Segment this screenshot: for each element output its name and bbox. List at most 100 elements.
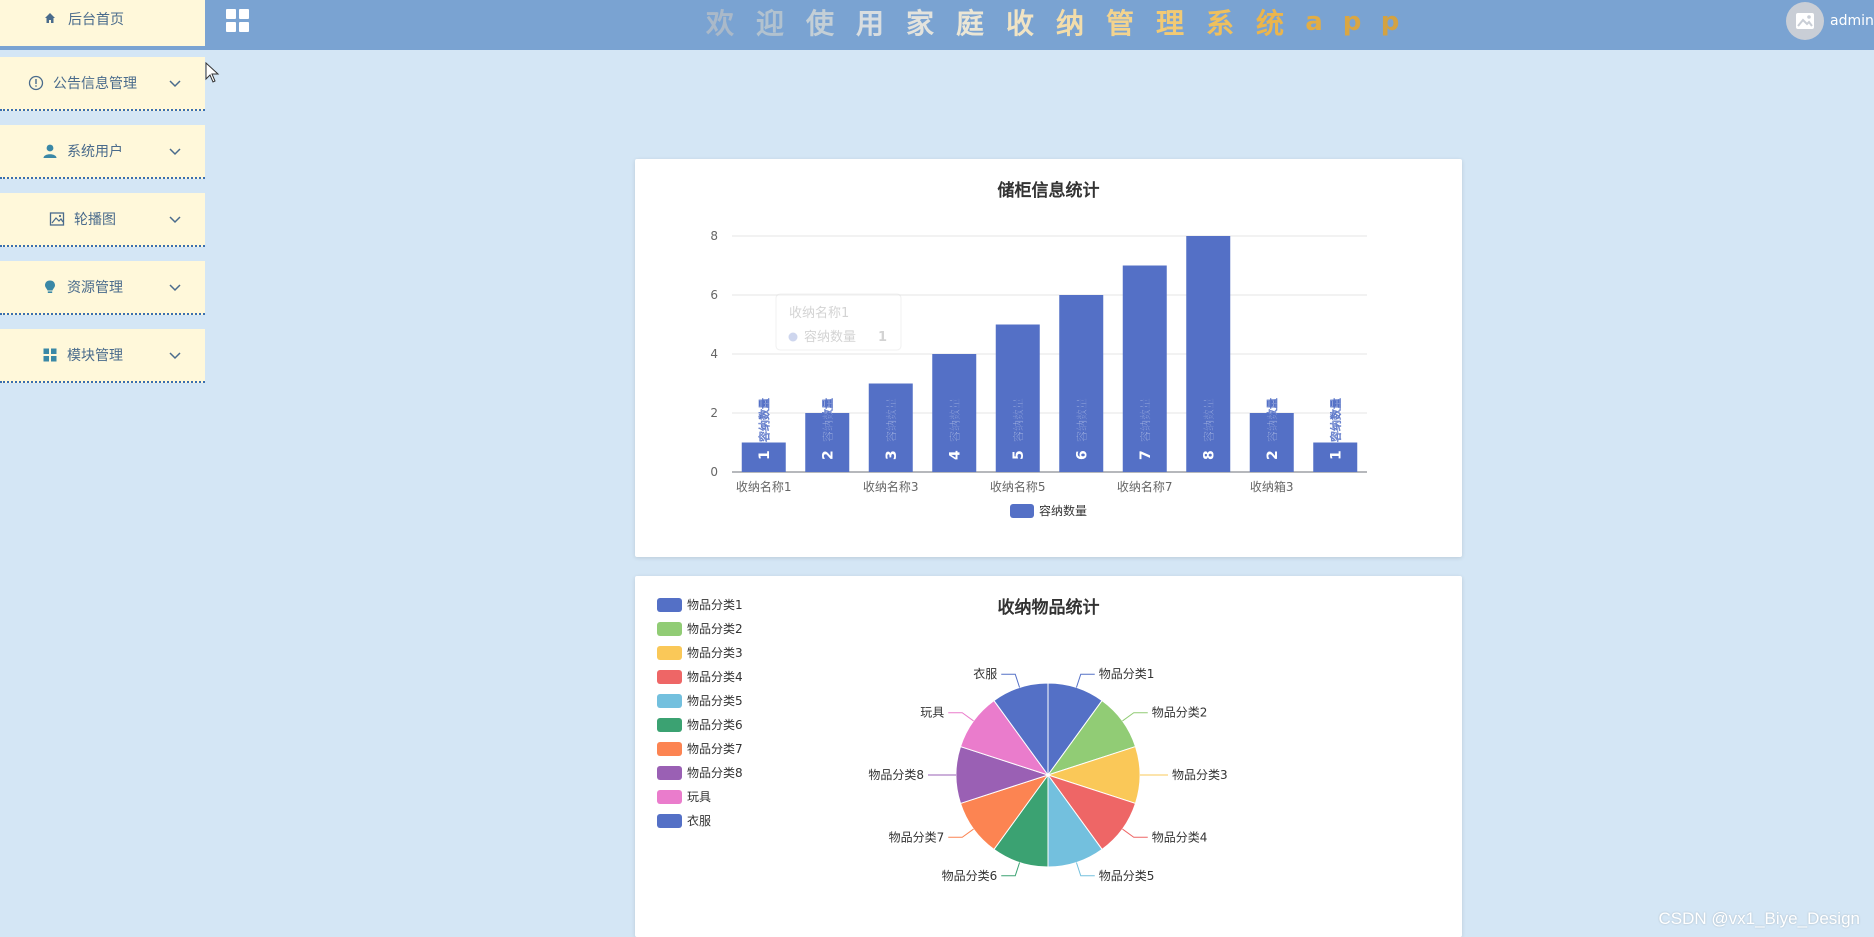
bar-label: 4 容纳数量 [947, 398, 963, 460]
pie-label: 物品分类3 [1172, 768, 1228, 782]
sidebar-item-notice[interactable]: 公告信息管理 [0, 57, 205, 111]
pie-label: 物品分类8 [868, 768, 924, 782]
sidebar-item-label: 模块管理 [67, 348, 123, 364]
y-tick-label: 0 [710, 465, 718, 479]
title-char: 收 [1005, 7, 1034, 40]
bar-value-label: 1 [1328, 450, 1344, 460]
bar-value-label: 3 [884, 450, 900, 460]
bar-chart-card: 储柜信息统计 0 2 4 6 8 1 容纳数量 2 容纳数量 3 容纳数量 4 容纳数量 5 容纳数量 6 容纳… [635, 159, 1462, 557]
avatar[interactable] [1786, 2, 1824, 40]
bulb-icon [45, 280, 55, 293]
bar-label: 2 容纳数量 [1264, 398, 1281, 460]
bar-series-label: 容纳数量 [757, 398, 771, 442]
x-tick-label: 收纳名称1 [736, 479, 792, 494]
title-char: 管 [1105, 7, 1134, 40]
bar-value-label: 8 [1201, 450, 1217, 460]
page-title: 欢迎使用家庭收纳管理系统app [695, 2, 1409, 42]
legend-swatch [657, 694, 682, 708]
bar-label: 8 容纳数量 [1201, 398, 1217, 460]
home-icon [45, 13, 55, 23]
pie-label: 玩具 [920, 706, 944, 720]
bar-value-label: 4 [947, 450, 963, 460]
title-char: 使 [805, 7, 834, 40]
top-header: 欢迎使用家庭收纳管理系统app admin [0, 0, 1874, 50]
legend-label: 物品分类6 [687, 718, 743, 732]
menu-toggle-icon[interactable] [226, 9, 250, 33]
bar-value-label: 5 [1011, 450, 1027, 460]
x-tick-label: 收纳名称7 [1117, 479, 1173, 494]
chevron-down-icon [169, 80, 181, 88]
sidebar-item-home[interactable]: 后台首页 [0, 0, 205, 46]
legend-label: 物品分类4 [687, 670, 743, 684]
bar-label: 7 容纳数量 [1137, 398, 1153, 460]
bar-series-label: 容纳数量 [820, 398, 834, 442]
bar-label: 1 容纳数量 [756, 398, 772, 460]
legend-swatch [657, 718, 682, 732]
image-icon [1796, 13, 1814, 29]
bar-label: 1 容纳数量 [1328, 398, 1344, 460]
title-char: 庭 [955, 7, 984, 40]
pie-chart-card: 收纳物品统计 物品分类1 物品分类2 物品分类3 物品分类4 物品分类5 物品分类6 物品分… [635, 576, 1462, 937]
title-char: 统 [1255, 7, 1284, 40]
watermark: CSDN @vx1_Biye_Design [1658, 909, 1860, 928]
pie-label-line [1001, 862, 1021, 877]
username[interactable]: admin [1830, 13, 1874, 29]
tooltip-series: 容纳数量 [804, 329, 856, 345]
bar-value-label: 6 [1074, 450, 1090, 460]
tooltip-value: 1 [878, 330, 887, 345]
bar-series-label: 容纳数量 [884, 398, 898, 442]
y-tick-label: 6 [710, 288, 718, 302]
chevron-down-icon [169, 352, 181, 360]
pie-chart[interactable]: 物品分类1 物品分类2 物品分类3 物品分类4 物品分类5 物品分类6 物品分类7 物品分类8… [635, 576, 1462, 937]
y-tick-label: 2 [710, 406, 718, 420]
x-tick-label: 收纳箱3 [1250, 479, 1294, 494]
title-char: 用 [855, 7, 884, 40]
pie-label-line [948, 712, 974, 722]
sidebar-item-label: 资源管理 [67, 280, 123, 296]
legend-swatch [657, 814, 682, 828]
pie-label-line [1122, 828, 1148, 838]
chevron-down-icon [169, 216, 181, 224]
sidebar-item-label: 后台首页 [68, 12, 124, 28]
bar-label: 5 容纳数量 [1010, 398, 1027, 460]
bar-series-label: 容纳数量 [947, 398, 961, 442]
title-char: 家 [905, 7, 934, 40]
bar-series-label: 容纳数量 [1328, 398, 1342, 442]
chevron-down-icon [169, 284, 181, 292]
sidebar-item-carousel[interactable]: 轮播图 [0, 193, 205, 247]
bar-series-label: 容纳数量 [1201, 398, 1215, 442]
sidebar-item-modules[interactable]: 模块管理 [0, 329, 205, 383]
legend-label: 物品分类7 [687, 742, 743, 756]
legend-label: 物品分类5 [687, 694, 743, 708]
bar-value-label: 2 [1265, 450, 1281, 460]
mouse-cursor-icon [205, 62, 220, 83]
bar-series-label: 容纳数量 [1265, 398, 1279, 442]
legend-swatch [657, 766, 682, 780]
legend-swatch [1010, 504, 1034, 518]
bar [1059, 295, 1104, 472]
pie-label: 物品分类4 [1152, 830, 1208, 844]
pie-label-line [1075, 673, 1095, 688]
pie-label-line [1122, 712, 1148, 722]
bar-chart[interactable]: 0 2 4 6 8 1 容纳数量 2 容纳数量 3 容纳数量 4 容纳数量 5 容纳数量 6 容纳数量 7 容纳数量… [635, 159, 1462, 557]
sidebar-item-label: 系统用户 [67, 144, 123, 160]
legend-label: 物品分类1 [687, 598, 743, 612]
tooltip-marker [788, 332, 798, 342]
bar-label: 6 容纳数量 [1074, 398, 1090, 460]
sidebar-item-resources[interactable]: 资源管理 [0, 261, 205, 315]
title-char: a [1305, 7, 1323, 37]
info-circle-icon [28, 75, 44, 91]
legend-swatch [657, 790, 682, 804]
x-tick-label: 收纳名称5 [990, 479, 1046, 494]
tooltip-category: 收纳名称1 [789, 305, 849, 321]
pie-label-line [1001, 673, 1021, 688]
legend-label: 物品分类2 [687, 622, 743, 636]
pie-label: 物品分类6 [942, 869, 998, 883]
legend-label: 容纳数量 [1039, 503, 1087, 518]
title-char: 欢 [705, 7, 734, 40]
sidebar-item-users[interactable]: 系统用户 [0, 125, 205, 179]
pie-label-line [948, 828, 974, 838]
title-char: 纳 [1055, 7, 1084, 40]
legend-label: 物品分类8 [687, 766, 743, 780]
title-char: p [1380, 7, 1400, 37]
